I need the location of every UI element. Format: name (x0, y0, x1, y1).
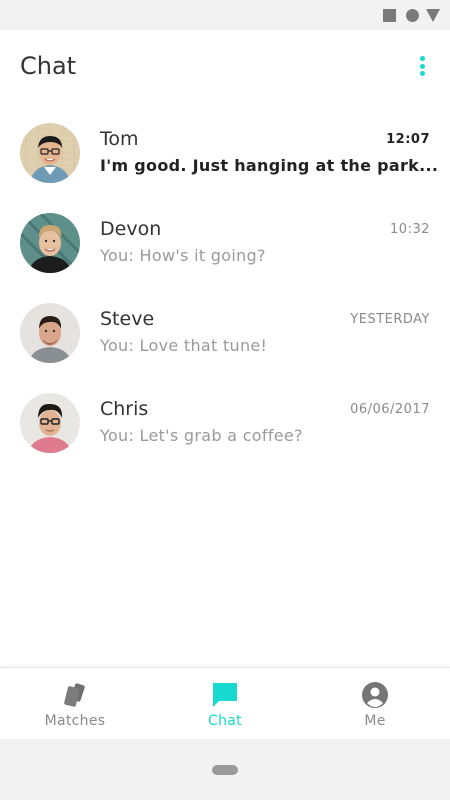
chat-list-item[interactable]: Steve YESTERDAY You: Love that tune! (0, 286, 450, 376)
nav-matches[interactable]: Matches (0, 668, 150, 740)
nav-me[interactable]: Me (300, 668, 450, 740)
chat-preview: You: Love that tune! (100, 336, 268, 355)
avatar (20, 303, 80, 363)
nav-matches-label: Matches (44, 713, 106, 729)
system-navigation-bar (0, 739, 450, 800)
chat-timestamp: 12:07 (386, 132, 430, 147)
contact-name: Steve (100, 308, 155, 330)
chat-preview: You: Let's grab a coffee? (100, 426, 303, 445)
more-vertical-icon-dot (419, 63, 425, 69)
more-vertical-icon-dot (419, 71, 425, 76)
more-vertical-icon (419, 56, 425, 61)
account-circle-icon (361, 681, 389, 709)
more-options-button[interactable] (410, 52, 434, 80)
nav-chat-label: Chat (208, 713, 242, 729)
chat-timestamp: 10:32 (390, 222, 430, 237)
chat-list-item[interactable]: Devon 10:32 You: How's it going? (0, 196, 450, 286)
status-bar (0, 0, 450, 30)
contact-name: Chris (100, 398, 149, 420)
chat-timestamp: YESTERDAY (350, 312, 430, 327)
nav-chat[interactable]: Chat (150, 668, 300, 740)
cards-icon (61, 681, 89, 709)
contact-name: Tom (100, 128, 139, 150)
square-icon (383, 9, 396, 22)
chat-preview: You: How's it going? (100, 246, 266, 265)
contact-name: Devon (100, 218, 162, 240)
app-header: Chat (0, 30, 450, 106)
circle-icon (406, 9, 419, 22)
triangle-icon (426, 9, 440, 22)
chat-timestamp: 06/06/2017 (350, 402, 430, 417)
home-button[interactable] (212, 765, 238, 775)
avatar (20, 393, 80, 453)
page-title: Chat (20, 52, 77, 80)
chat-list-item[interactable]: Tom 12:07 I'm good. Just hanging at the … (0, 106, 450, 196)
chat-list: Tom 12:07 I'm good. Just hanging at the … (0, 106, 450, 466)
avatar (20, 123, 80, 183)
bottom-navigation: Matches Chat Me (0, 667, 450, 739)
chat-bubble-icon (211, 681, 239, 709)
chat-preview: I'm good. Just hanging at the park... (100, 156, 439, 175)
nav-me-label: Me (364, 713, 386, 729)
avatar (20, 213, 80, 273)
chat-list-item[interactable]: Chris 06/06/2017 You: Let's grab a coffe… (0, 376, 450, 466)
